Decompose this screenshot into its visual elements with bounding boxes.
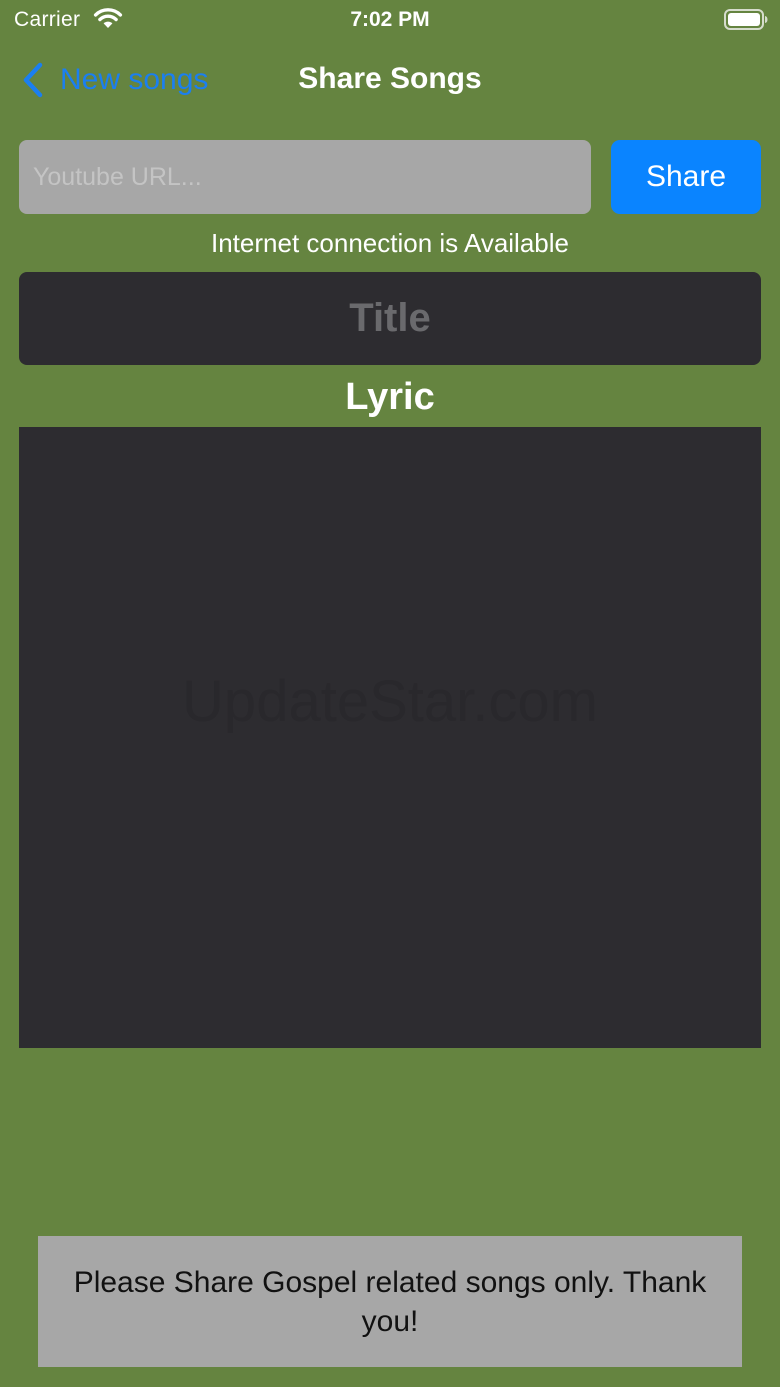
title-input[interactable]	[19, 272, 761, 365]
lyric-textarea[interactable]	[19, 427, 761, 1048]
status-bar: Carrier 7:02 PM	[0, 0, 780, 40]
share-button[interactable]: Share	[611, 140, 761, 214]
share-songs-screen: Carrier 7:02 PM New songs Share Songs Yo…	[0, 0, 780, 1387]
clock: 7:02 PM	[350, 8, 430, 31]
notice-banner: Please Share Gospel related songs only. …	[38, 1236, 742, 1367]
youtube-url-input[interactable]	[19, 140, 591, 214]
connection-status-text: Internet connection is Available	[211, 228, 569, 258]
page-title: Share Songs	[298, 62, 482, 95]
notice-text: Please Share Gospel related songs only. …	[73, 1265, 707, 1338]
battery-icon	[724, 9, 768, 30]
navigation-bar: New songs Share Songs	[0, 40, 780, 120]
lyric-label: Lyric	[345, 376, 435, 418]
